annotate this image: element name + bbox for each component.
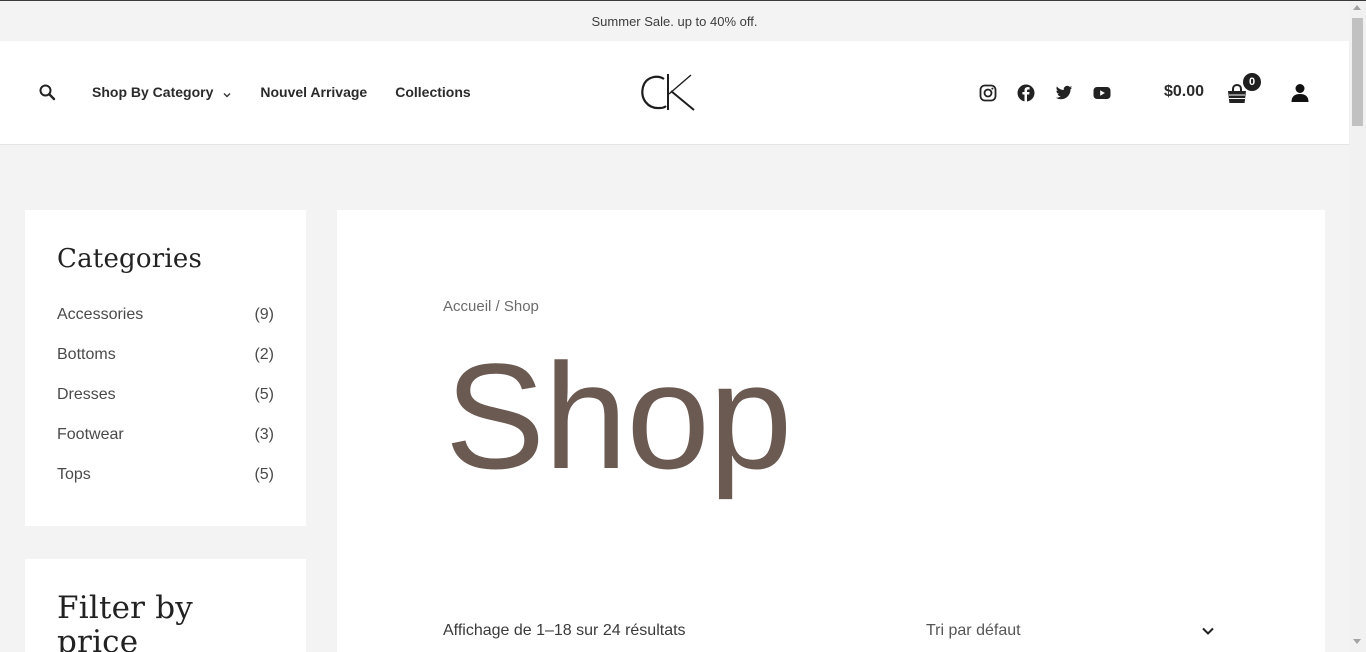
category-item-bottoms[interactable]: Bottoms (2) — [57, 346, 274, 386]
nav-nouvel-arrivage[interactable]: Nouvel Arrivage — [260, 84, 367, 100]
category-name: Footwear — [57, 426, 124, 443]
user-icon[interactable] — [1290, 83, 1310, 103]
nav-shop-by-category-label: Shop By Category — [92, 84, 214, 100]
category-count: (9) — [254, 306, 274, 323]
category-count: (5) — [254, 386, 274, 403]
categories-title: Categories — [57, 244, 202, 274]
nav-nouvel-arrivage-label: Nouvel Arrivage — [260, 84, 368, 100]
announcement-text: Summer Sale. up to 40% off. — [591, 13, 758, 29]
category-name: Accessories — [57, 306, 144, 323]
category-list: Accessories (9) Bottoms (2) Dresses (5) … — [57, 306, 274, 506]
sort-select[interactable]: Tri par défaut — [926, 620, 1215, 642]
category-count: (5) — [254, 466, 274, 483]
shop-main-content: Accueil / Shop Shop Affichage de 1–18 su… — [337, 210, 1325, 652]
scroll-up-arrow-icon[interactable] — [1353, 5, 1361, 10]
chevron-down-icon — [222, 87, 232, 98]
chevron-down-icon — [1201, 624, 1215, 638]
announcement-bar: Summer Sale. up to 40% off. — [0, 1, 1349, 41]
cart-total[interactable]: $0.00 — [1164, 83, 1204, 101]
category-item-accessories[interactable]: Accessories (9) — [57, 306, 274, 346]
category-name: Bottoms — [57, 346, 116, 363]
breadcrumb[interactable]: Accueil / Shop — [443, 298, 539, 315]
brand-logo[interactable] — [638, 71, 698, 115]
twitter-icon[interactable] — [1055, 84, 1073, 102]
price-filter-widget: Filter by price — [25, 559, 306, 652]
main-nav: Shop By Category Nouvel Arrivage Collect… — [92, 84, 499, 100]
search-icon[interactable] — [38, 83, 58, 103]
category-count: (3) — [254, 426, 274, 443]
nav-shop-by-category[interactable]: Shop By Category — [92, 84, 232, 100]
scroll-thumb[interactable] — [1352, 18, 1363, 126]
page-title: Shop — [445, 332, 792, 500]
category-item-tops[interactable]: Tops (5) — [57, 466, 274, 506]
category-count: (2) — [254, 346, 274, 363]
result-count: Affichage de 1–18 sur 24 résultats — [443, 622, 686, 639]
category-name: Dresses — [57, 386, 116, 403]
category-item-footwear[interactable]: Footwear (3) — [57, 426, 274, 466]
nav-collections-label: Collections — [395, 84, 471, 100]
youtube-icon[interactable] — [1093, 84, 1111, 102]
filter-title: Filter by price — [57, 590, 193, 652]
category-name: Tops — [57, 466, 91, 483]
nav-collections[interactable]: Collections — [395, 84, 470, 100]
site-header: Shop By Category Nouvel Arrivage Collect… — [0, 41, 1349, 145]
facebook-icon[interactable] — [1017, 84, 1035, 102]
categories-widget: Categories Accessories (9) Bottoms (2) D… — [25, 210, 306, 526]
social-links — [979, 84, 1111, 102]
scroll-down-arrow-icon[interactable] — [1353, 639, 1361, 644]
cart-count-badge: 0 — [1243, 73, 1261, 91]
instagram-icon[interactable] — [979, 84, 997, 102]
category-item-dresses[interactable]: Dresses (5) — [57, 386, 274, 426]
vertical-scrollbar[interactable] — [1349, 1, 1366, 652]
sort-selected-value: Tri par défaut — [926, 622, 1021, 639]
